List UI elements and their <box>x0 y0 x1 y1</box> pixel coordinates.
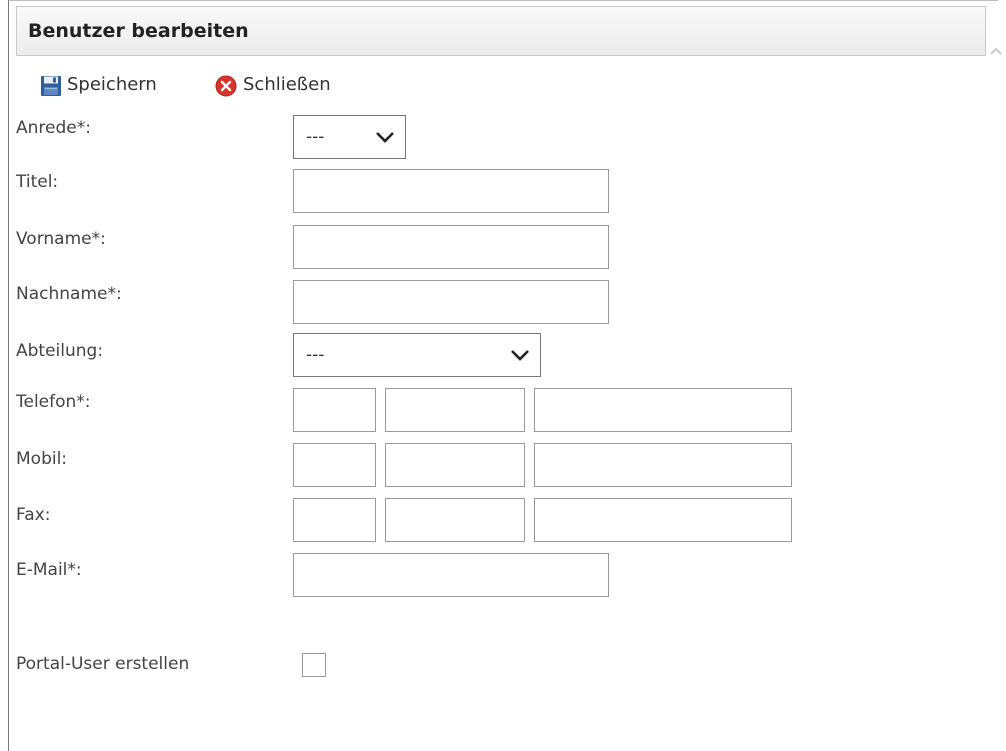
save-button[interactable]: Speichern <box>40 72 190 100</box>
fax-prefix-input[interactable] <box>385 498 525 542</box>
mobil-label: Mobil: <box>16 449 68 469</box>
abteilung-select[interactable]: --- <box>293 333 541 377</box>
mobil-number-input[interactable] <box>534 443 792 487</box>
close-label: Schließen <box>243 74 331 95</box>
top-border <box>8 0 998 1</box>
titel-label: Titel: <box>16 172 59 192</box>
left-border <box>8 0 9 751</box>
titel-input[interactable] <box>293 169 609 213</box>
portal-user-label: Portal-User erstellen <box>16 654 190 674</box>
mobil-area-input[interactable] <box>293 443 376 487</box>
floppy-disk-icon <box>41 76 61 96</box>
portal-user-checkbox[interactable] <box>302 653 326 677</box>
fax-number-input[interactable] <box>534 498 792 542</box>
abteilung-label: Abteilung: <box>16 341 104 361</box>
close-button[interactable]: Schließen <box>215 72 365 100</box>
fax-area-input[interactable] <box>293 498 376 542</box>
telefon-area-input[interactable] <box>293 388 376 432</box>
vorname-label: Vorname*: <box>16 229 106 249</box>
email-label: E-Mail*: <box>16 560 82 580</box>
nachname-input[interactable] <box>293 280 609 324</box>
anrede-select-value: --- <box>306 127 325 147</box>
abteilung-select-value: --- <box>306 345 325 365</box>
telefon-prefix-input[interactable] <box>385 388 525 432</box>
email-input[interactable] <box>293 553 609 597</box>
chevron-down-icon <box>376 132 394 143</box>
vorname-input[interactable] <box>293 225 609 269</box>
scroll-up-icon[interactable] <box>988 43 1004 59</box>
fax-label: Fax: <box>16 505 51 525</box>
save-label: Speichern <box>67 74 157 95</box>
mobil-prefix-input[interactable] <box>385 443 525 487</box>
anrede-label: Anrede*: <box>16 118 91 138</box>
anrede-select[interactable]: --- <box>293 115 406 159</box>
telefon-label: Telefon*: <box>16 392 91 412</box>
telefon-number-input[interactable] <box>534 388 792 432</box>
nachname-label: Nachname*: <box>16 284 122 304</box>
edit-user-dialog: Benutzer bearbeiten Speichern Schließen <box>0 0 1006 751</box>
chevron-down-icon <box>511 350 529 361</box>
close-circle-icon <box>215 75 237 97</box>
dialog-header: Benutzer bearbeiten <box>16 6 986 56</box>
dialog-title: Benutzer bearbeiten <box>28 20 249 42</box>
